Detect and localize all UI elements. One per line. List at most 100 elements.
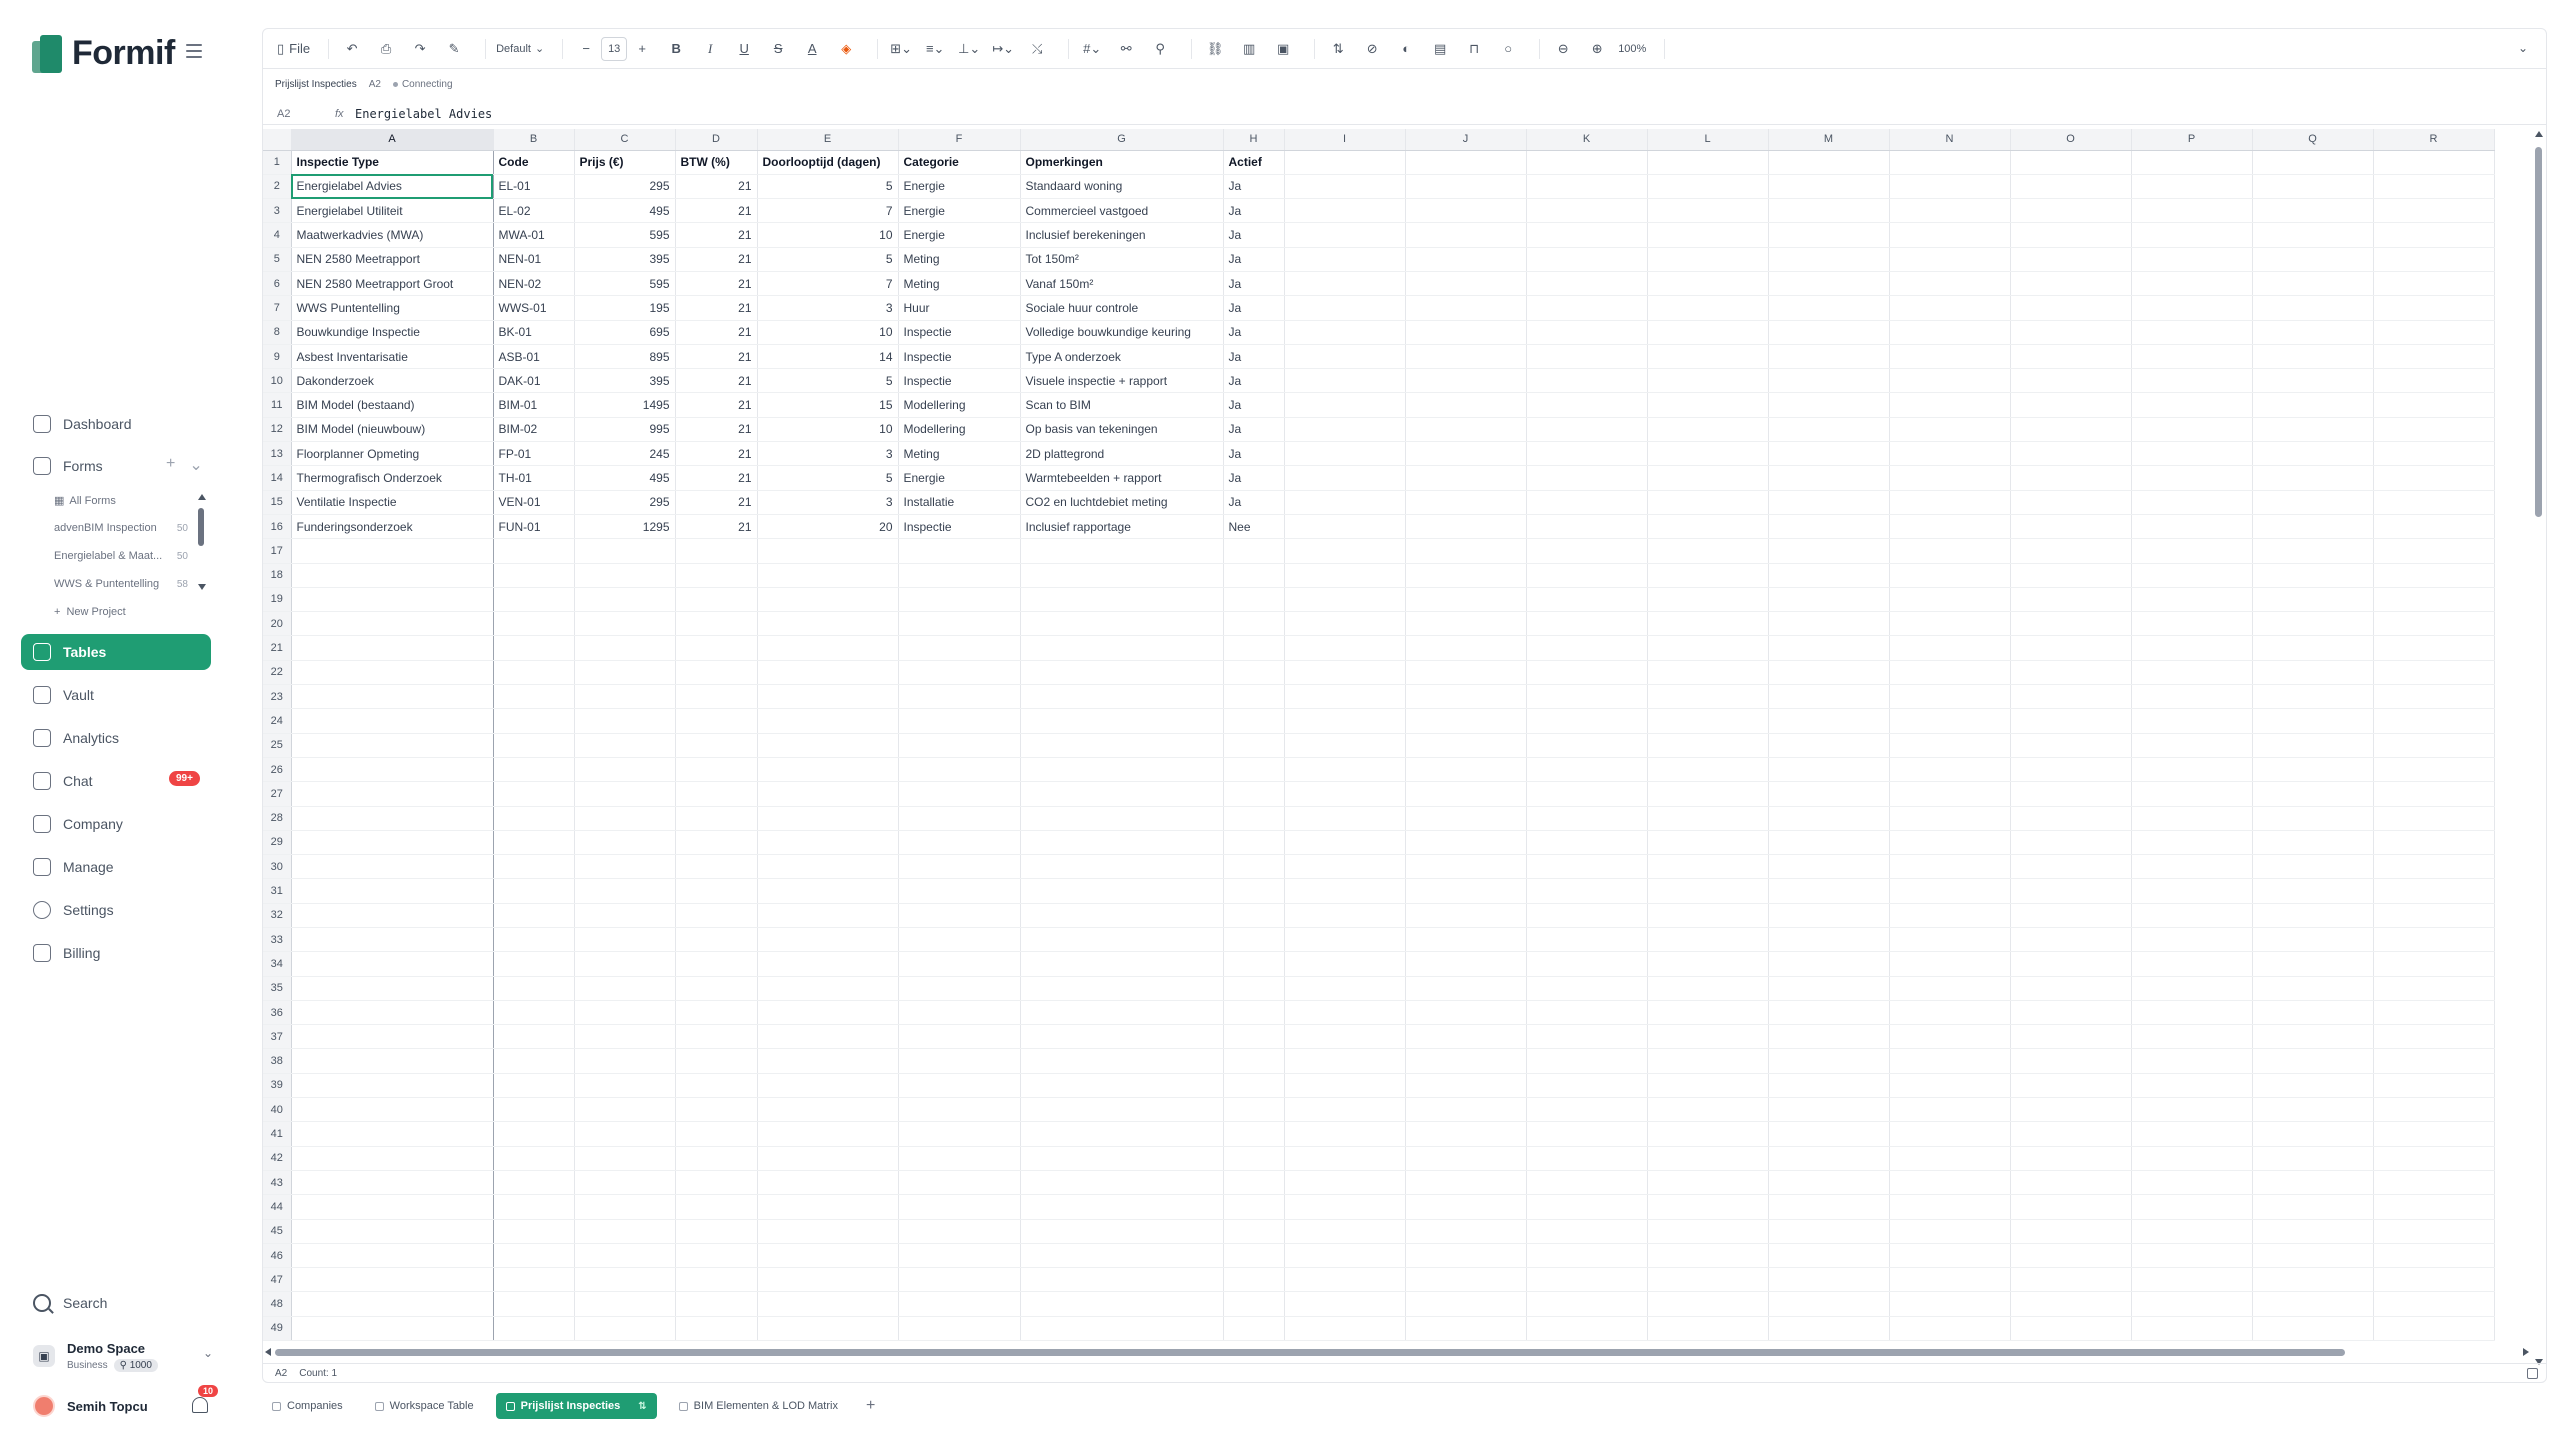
cell[interactable]: [1526, 587, 1648, 613]
cell[interactable]: [2252, 174, 2374, 200]
cell[interactable]: [1647, 150, 1769, 175]
cell[interactable]: [1768, 490, 1890, 515]
cell[interactable]: [2373, 222, 2495, 248]
align-icon[interactable]: ≡⌄: [922, 36, 948, 62]
row-header[interactable]: 30: [263, 854, 292, 880]
cell[interactable]: 20: [757, 514, 899, 540]
cell[interactable]: [1284, 611, 1406, 637]
cell[interactable]: [1889, 927, 2011, 953]
cell[interactable]: Sociale huur controle: [1020, 295, 1224, 321]
row-header[interactable]: 18: [263, 563, 292, 588]
cell[interactable]: [675, 1291, 758, 1317]
cell[interactable]: Doorlooptijd (dagen): [757, 150, 899, 175]
cell[interactable]: [1768, 247, 1890, 272]
cell[interactable]: [1768, 150, 1890, 175]
cell[interactable]: [757, 1219, 899, 1244]
cell[interactable]: Bouwkundige Inspectie: [291, 320, 494, 345]
cell[interactable]: [1889, 1194, 2011, 1220]
cell[interactable]: [1647, 757, 1769, 783]
cell[interactable]: [2131, 1170, 2253, 1196]
cell[interactable]: [675, 611, 758, 637]
cell[interactable]: [2252, 854, 2374, 880]
cell[interactable]: [675, 1170, 758, 1196]
cell[interactable]: [2252, 830, 2374, 856]
cell[interactable]: [1284, 781, 1406, 807]
cell[interactable]: [1768, 1024, 1890, 1050]
cell[interactable]: 595: [574, 222, 676, 248]
cell[interactable]: 5: [757, 174, 899, 200]
cell[interactable]: [2252, 878, 2374, 904]
cell[interactable]: [291, 1291, 494, 1317]
cell[interactable]: [1889, 660, 2011, 686]
cell[interactable]: [1223, 538, 1285, 564]
cell[interactable]: [2252, 320, 2374, 345]
cell[interactable]: [898, 1267, 1021, 1293]
strikethrough-icon[interactable]: S: [765, 36, 791, 62]
cell[interactable]: [1284, 635, 1406, 661]
cell[interactable]: [1768, 417, 1890, 443]
cell[interactable]: [2373, 247, 2495, 272]
cell[interactable]: [1647, 392, 1769, 418]
cell[interactable]: 21: [675, 417, 758, 443]
column-header[interactable]: F: [898, 129, 1021, 151]
column-header[interactable]: C: [574, 129, 676, 151]
cell[interactable]: 10: [757, 320, 899, 345]
row-header[interactable]: 12: [263, 417, 292, 443]
cell[interactable]: [675, 733, 758, 758]
cell[interactable]: [574, 660, 676, 686]
cell[interactable]: [1284, 854, 1406, 880]
cell[interactable]: [1526, 247, 1648, 272]
cell[interactable]: [2252, 1121, 2374, 1147]
row-header[interactable]: 6: [263, 271, 292, 297]
cell[interactable]: [1526, 392, 1648, 418]
cell[interactable]: [2010, 708, 2132, 734]
cell[interactable]: [493, 1121, 575, 1147]
cell[interactable]: [1405, 976, 1527, 1001]
tab-options-icon[interactable]: ⇅: [638, 1401, 646, 1412]
cell[interactable]: [1284, 344, 1406, 370]
cell[interactable]: [675, 1073, 758, 1099]
row-header[interactable]: 2: [263, 174, 292, 200]
cell[interactable]: Ja: [1223, 417, 1285, 443]
cell[interactable]: [2373, 1316, 2495, 1342]
cell[interactable]: [1768, 514, 1890, 540]
cell[interactable]: [493, 611, 575, 637]
cell[interactable]: 10: [757, 417, 899, 443]
cell[interactable]: [757, 878, 899, 904]
cell[interactable]: [2252, 757, 2374, 783]
cell[interactable]: [1405, 1219, 1527, 1244]
cell[interactable]: [1526, 1194, 1648, 1220]
cell[interactable]: [675, 757, 758, 783]
sidebar-search[interactable]: Search: [33, 1294, 107, 1312]
cell[interactable]: [1768, 174, 1890, 200]
cell[interactable]: [675, 1000, 758, 1026]
cell[interactable]: [1526, 1024, 1648, 1050]
cell[interactable]: Modellering: [898, 417, 1021, 443]
cell[interactable]: Nee: [1223, 514, 1285, 540]
cell[interactable]: [1768, 830, 1890, 856]
cell[interactable]: [757, 1243, 899, 1269]
row-header[interactable]: 13: [263, 441, 292, 467]
cell[interactable]: [1223, 1073, 1285, 1099]
cell[interactable]: [1223, 806, 1285, 831]
cell[interactable]: [1526, 563, 1648, 588]
cell[interactable]: Funderingsonderzoek: [291, 514, 494, 540]
cell[interactable]: [1223, 660, 1285, 686]
cell[interactable]: [2010, 392, 2132, 418]
cell[interactable]: [2252, 344, 2374, 370]
cell[interactable]: [493, 1243, 575, 1269]
cell[interactable]: [1647, 1146, 1769, 1171]
cell[interactable]: [898, 1316, 1021, 1342]
cell[interactable]: [1526, 465, 1648, 491]
cell[interactable]: [1020, 1316, 1224, 1342]
cell[interactable]: [291, 587, 494, 613]
cell[interactable]: [1223, 611, 1285, 637]
cell[interactable]: [2373, 417, 2495, 443]
cell[interactable]: [2131, 563, 2253, 588]
cell[interactable]: [2131, 1194, 2253, 1220]
cell[interactable]: [1223, 635, 1285, 661]
cell[interactable]: [1526, 611, 1648, 637]
cell[interactable]: [2252, 635, 2374, 661]
cell[interactable]: [1889, 1000, 2011, 1026]
row-header[interactable]: 23: [263, 684, 292, 710]
